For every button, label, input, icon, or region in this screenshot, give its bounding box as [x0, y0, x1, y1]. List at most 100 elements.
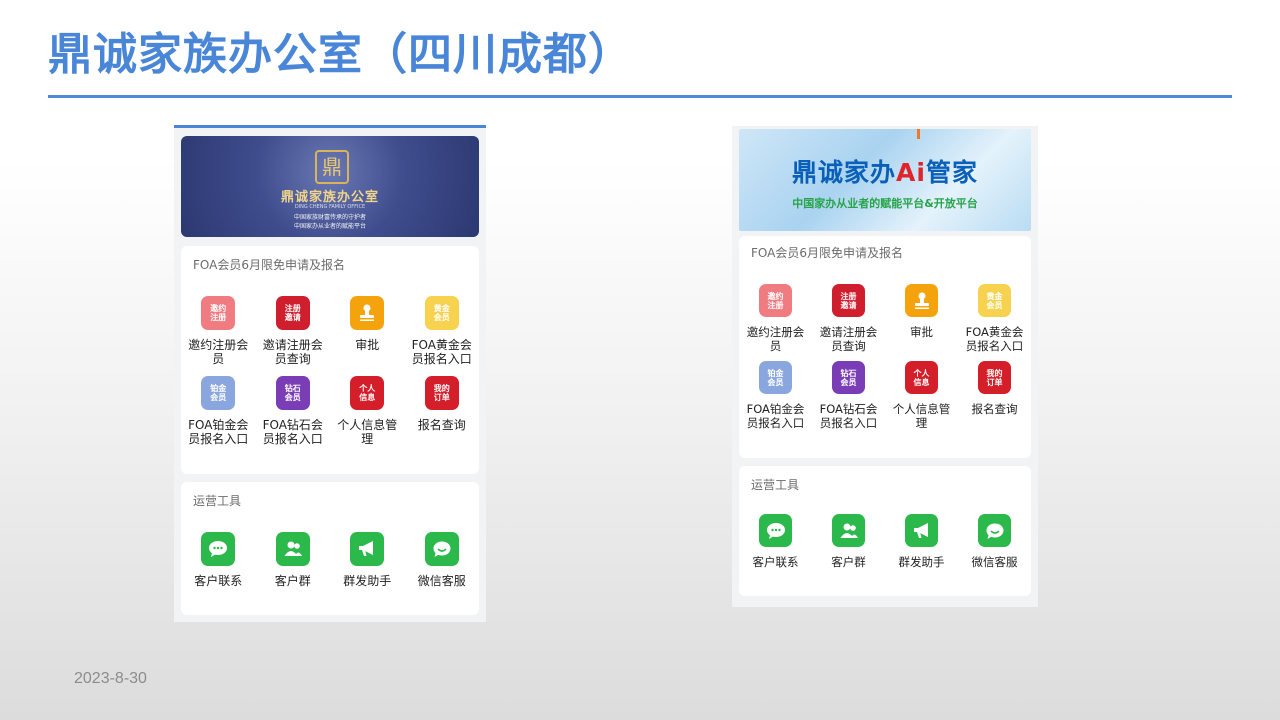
icon-caption: 注册邀请 [284, 304, 301, 322]
gold-member-icon: 黄金会员 [978, 284, 1011, 317]
foa-menu-item[interactable]: 铂金会员 FOA铂金会员报名入口 [739, 361, 812, 430]
tool-menu-item[interactable]: 客户群 [256, 532, 331, 588]
foa-menu-item-label: FOA铂金会员报名入口 [188, 418, 249, 446]
icon-caption: 邀约注册 [210, 304, 227, 322]
tool-menu-item[interactable]: 群发助手 [885, 514, 958, 569]
foa-menu-item-label: FOA黄金会员报名入口 [965, 325, 1024, 353]
foa-membership-card: FOA会员6月限免申请及报名 邀约注册 邀约注册会员 注册邀请 邀请注册会员查询 审批黄… [181, 246, 479, 474]
title-divider [48, 95, 1232, 98]
tool-menu-item-label: 客户联系 [752, 555, 799, 569]
tool-menu-item-label: 群发助手 [343, 574, 392, 588]
icon-caption: 铂金会员 [767, 368, 784, 387]
robot-antenna-icon [917, 129, 920, 139]
foa-menu-item[interactable]: 审批 [330, 296, 405, 366]
foa-menu-item-label: 邀约注册会员 [188, 338, 249, 366]
left-banner[interactable]: 鼎 鼎诚家族办公室 DING CHENG FAMILY OFFICE 中国家族财… [181, 136, 479, 237]
foa-menu-item-label: 邀请注册会员查询 [262, 338, 323, 366]
foa-menu-item[interactable]: 注册邀请邀请注册会员查询 [812, 284, 885, 353]
icon-caption: 个人信息 [913, 368, 930, 387]
foa-menu-item-label: 邀请注册会员查询 [819, 325, 878, 353]
ai-butler-title-pre: 鼎诚家办 [792, 158, 897, 187]
foa-grid: 邀约注册邀约注册会员 注册邀请邀请注册会员查询 审批 黄金会员 FOA黄金会员报名入口铂… [739, 284, 1031, 430]
tool-menu-item-label: 群发助手 [898, 555, 945, 569]
foa-menu-item-label: FOA铂金会员报名入口 [746, 402, 805, 430]
operation-tools-card: 运营工具 客户联系 客户群 群发助手 微信客服 [181, 482, 479, 615]
chat-bubble-icon [759, 514, 792, 547]
megaphone-icon [905, 514, 938, 547]
invite-register-icon: 邀约注册 [201, 296, 236, 330]
foa-menu-item[interactable]: 审批 [885, 284, 958, 353]
foa-membership-card: FOA会员6月限免申请及报名 邀约注册 邀约注册会员 注册邀请 邀请注册会员查询 审批黄… [739, 236, 1031, 458]
foa-menu-item[interactable]: 邀约注册邀约注册会员 [181, 296, 256, 366]
icon-caption: 我的订单 [433, 384, 450, 402]
foa-menu-item-label: 个人信息管理 [337, 418, 398, 446]
foa-card-title: FOA会员6月限免申请及报名 [193, 258, 345, 272]
banner-english-name: DING CHENG FAMILY OFFICE [294, 204, 366, 210]
wechat-service-icon [978, 514, 1011, 547]
icon-caption: 钻石会员 [840, 368, 857, 387]
foa-menu-item[interactable]: 个人信息 个人信息管理 [885, 361, 958, 430]
banner-slogan-2: 中国家办从业者的赋能平台 [293, 223, 366, 230]
tool-menu-item-label: 客户群 [831, 555, 866, 569]
foa-menu-item[interactable]: 钻石会员 FOA钻石会员报名入口 [256, 376, 331, 446]
ai-butler-title-post: 管家 [925, 158, 978, 187]
personal-info-icon: 个人信息 [905, 361, 938, 394]
diamond-member-icon: 钻石会员 [832, 361, 865, 394]
my-orders-icon: 我的订单 [978, 361, 1011, 394]
foa-menu-item[interactable]: 黄金会员 FOA黄金会员报名入口 [958, 284, 1031, 353]
invite-register-icon: 邀约注册 [759, 284, 792, 317]
tools-grid: 客户联系 客户群 群发助手 微信客服 [739, 514, 1031, 569]
foa-menu-item[interactable]: 我的订单 报名查询 [958, 361, 1031, 430]
platinum-member-icon: 铂金会员 [201, 376, 236, 410]
foa-menu-item[interactable]: 黄金会员 FOA黄金会员报名入口 [405, 296, 480, 366]
operation-tools-card: 运营工具 客户联系 客户群 群发助手 微信客服 [739, 466, 1031, 596]
dingcheng-logo-icon: 鼎 [315, 150, 349, 184]
approval-stamp-icon [905, 284, 938, 317]
ai-butler-title: 鼎诚家办Ai管家 [739, 153, 1031, 189]
icon-caption: 黄金会员 [986, 291, 1003, 310]
banner-slogan-1: 中国家族财富传承的守护者 [293, 214, 366, 221]
slide-date: 2023-8-30 [74, 670, 147, 687]
slide-title: 鼎诚家族办公室（四川成都） [48, 29, 633, 80]
foa-card-title: FOA会员6月限免申请及报名 [751, 246, 903, 260]
wechat-service-icon [424, 532, 459, 566]
foa-menu-item-label: FOA黄金会员报名入口 [411, 338, 472, 366]
tools-card-title: 运营工具 [751, 478, 800, 492]
foa-menu-item[interactable]: 邀约注册邀约注册会员 [739, 284, 812, 353]
tools-grid: 客户联系 客户群 群发助手 微信客服 [181, 532, 479, 588]
icon-caption: 个人信息 [359, 384, 376, 402]
my-orders-icon: 我的订单 [424, 376, 459, 410]
tool-menu-item[interactable]: 群发助手 [330, 532, 405, 588]
tool-menu-item[interactable]: 微信客服 [958, 514, 1031, 569]
invite-query-icon: 注册邀请 [832, 284, 865, 317]
tools-card-title: 运营工具 [193, 494, 242, 508]
customer-group-icon [832, 514, 865, 547]
tool-menu-item[interactable]: 客户联系 [181, 532, 256, 588]
foa-menu-item-label: FOA钻石会员报名入口 [819, 402, 878, 430]
icon-caption: 邀约注册 [767, 291, 784, 310]
tool-menu-item[interactable]: 客户群 [812, 514, 885, 569]
foa-menu-item[interactable]: 钻石会员 FOA钻石会员报名入口 [812, 361, 885, 430]
tool-menu-item[interactable]: 微信客服 [405, 532, 480, 588]
tool-menu-item[interactable]: 客户联系 [739, 514, 812, 569]
foa-menu-item-label: 报名查询 [971, 402, 1018, 416]
approval-stamp-icon [350, 296, 385, 330]
platinum-member-icon: 铂金会员 [759, 361, 792, 394]
ai-butler-title-ai: Ai [896, 158, 926, 187]
banner-brand-name: 鼎诚家族办公室 [280, 190, 379, 205]
foa-menu-item-label: 报名查询 [417, 418, 466, 432]
icon-caption: 黄金会员 [433, 304, 450, 322]
foa-menu-item[interactable]: 注册邀请邀请注册会员查询 [256, 296, 331, 366]
foa-menu-item-label: 邀约注册会员 [746, 325, 805, 353]
foa-menu-item[interactable]: 铂金会员 FOA铂金会员报名入口 [181, 376, 256, 446]
tool-menu-item-label: 客户联系 [194, 574, 243, 588]
foa-menu-item[interactable]: 我的订单 报名查询 [405, 376, 480, 446]
personal-info-icon: 个人信息 [350, 376, 385, 410]
right-banner[interactable]: 鼎诚家办Ai管家 中国家办从业者的赋能平台&开放平台 [739, 129, 1031, 231]
right-phone-screenshot: 鼎诚家办Ai管家 中国家办从业者的赋能平台&开放平台 FOA会员6月限免申请及报… [732, 126, 1038, 607]
foa-menu-item-label: FOA钻石会员报名入口 [262, 418, 323, 446]
icon-caption: 我的订单 [986, 368, 1003, 387]
tool-menu-item-label: 微信客服 [417, 574, 466, 588]
megaphone-icon [350, 532, 385, 566]
foa-menu-item[interactable]: 个人信息个人信息管理 [330, 376, 405, 446]
